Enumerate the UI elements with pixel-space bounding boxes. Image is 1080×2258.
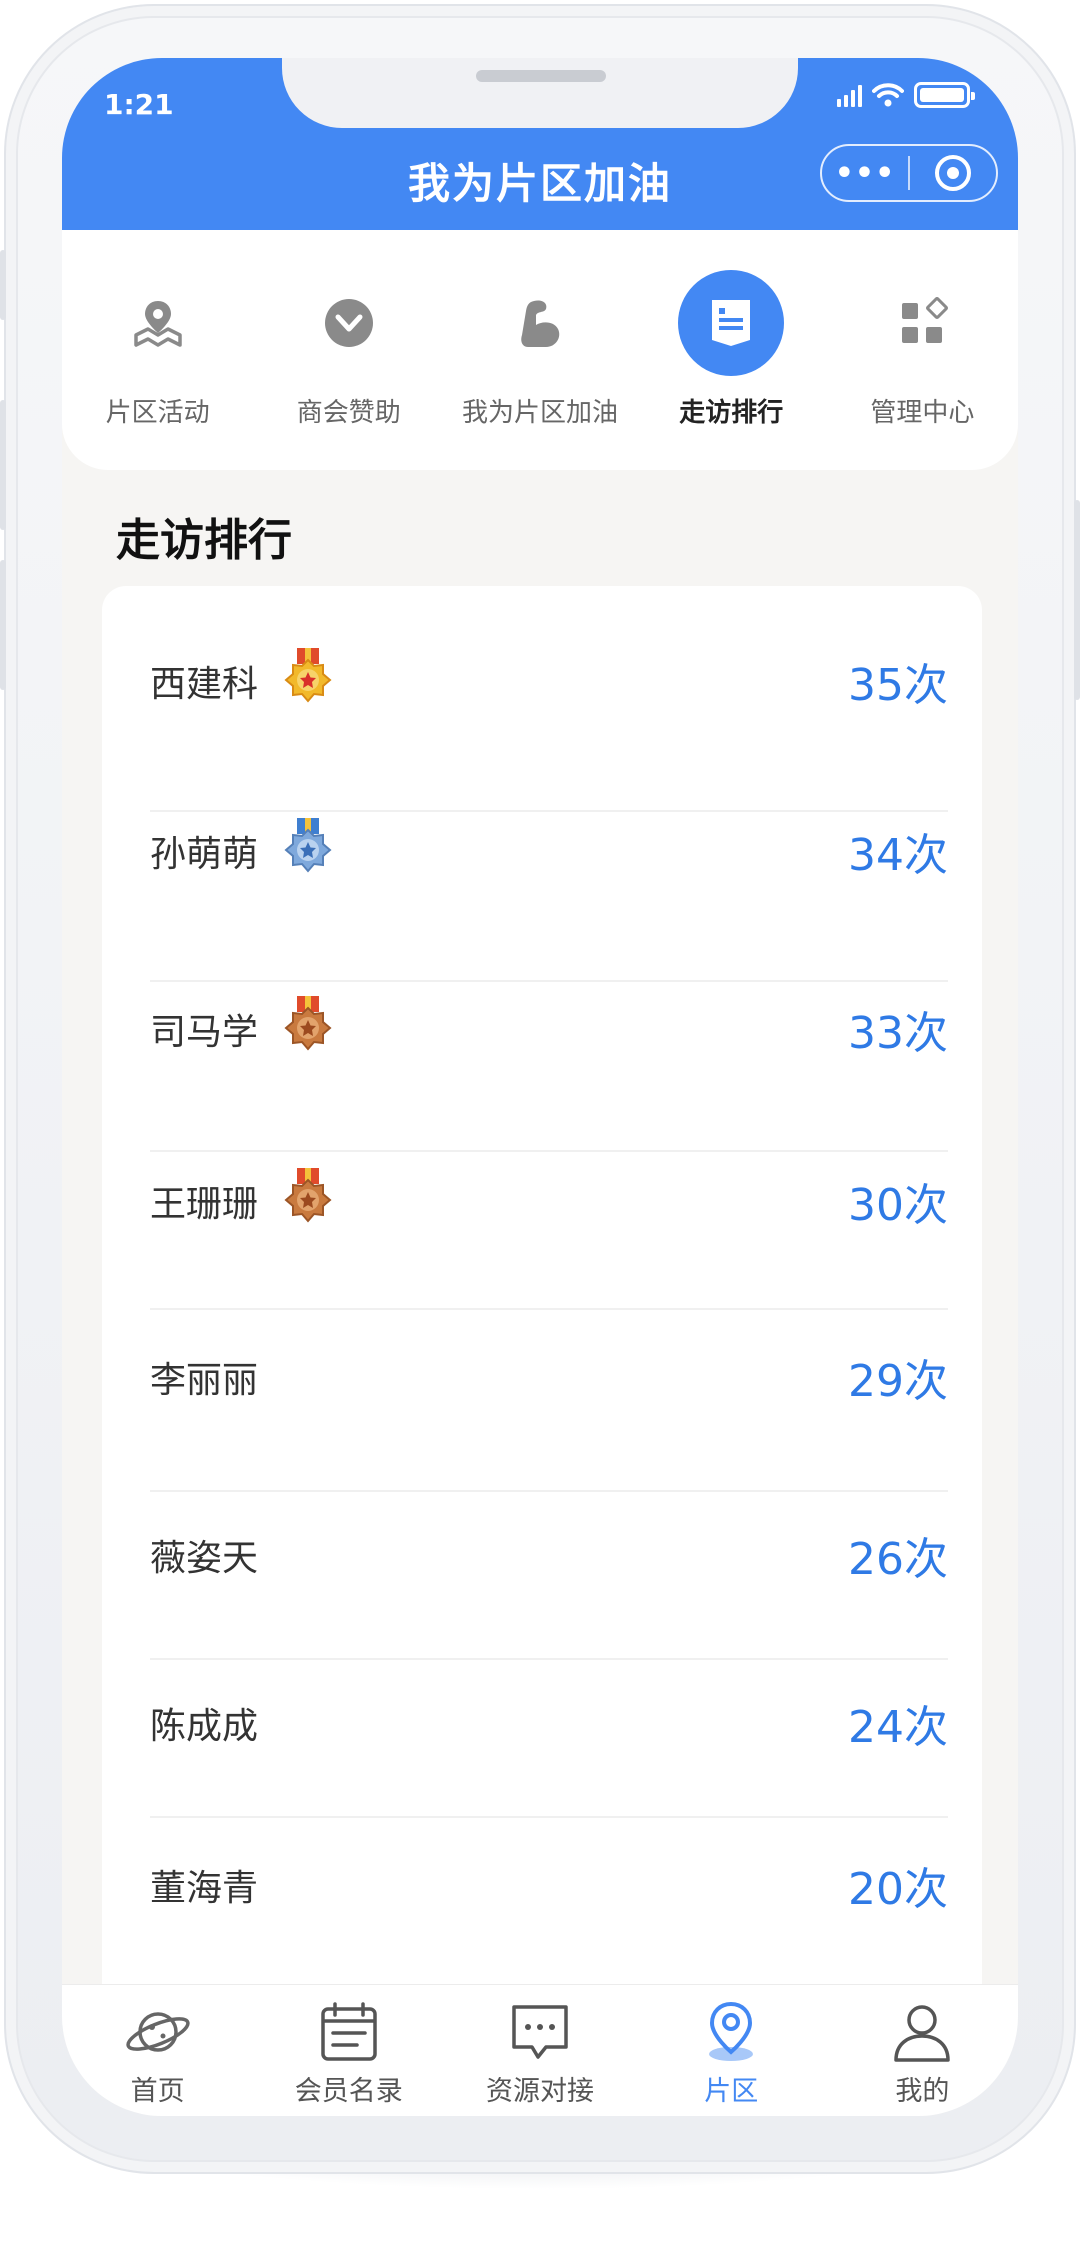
member-name: 董海青 — [150, 1868, 259, 1909]
category-item-visit-ranking[interactable]: 走访排行 — [636, 230, 827, 470]
chat-bubble-icon — [505, 1999, 575, 2065]
section-title: 走访排行 — [116, 515, 292, 566]
muscle-arm-icon — [487, 270, 593, 376]
signal-icon — [837, 83, 862, 107]
calendar-list-icon — [314, 1999, 384, 2065]
grid-apps-icon — [869, 270, 975, 376]
ranking-row[interactable]: 董海青 20次 — [102, 1830, 982, 1940]
tab-profile[interactable]: 我的 — [827, 1985, 1018, 2116]
notch — [282, 58, 798, 128]
ranking-row[interactable]: 孙萌萌 34次 — [102, 796, 982, 906]
visit-count: 29次 — [848, 1356, 948, 1407]
category-label: 商会赞助 — [296, 398, 401, 428]
member-name: 西建科 — [150, 664, 259, 705]
user-icon — [887, 1999, 957, 2065]
category-label: 管理中心 — [870, 398, 975, 428]
member-name: 陈成成 — [150, 1706, 259, 1747]
category-nav: 片区活动 商会赞助 我为片区加油 走访排行 管理中心 — [62, 230, 1018, 470]
ranking-row[interactable]: 王珊珊 30次 — [102, 1146, 982, 1256]
category-item-management[interactable]: 管理中心 — [827, 230, 1018, 470]
visit-count: 34次 — [848, 830, 948, 881]
category-item-cheer[interactable]: 我为片区加油 — [444, 230, 635, 470]
status-icons — [837, 82, 975, 108]
document-list-icon — [678, 270, 785, 376]
row-divider — [150, 1490, 948, 1492]
tab-resource-matching[interactable]: 资源对接 — [444, 1985, 635, 2116]
mini-program-capsule[interactable]: ••• — [820, 144, 998, 202]
member-name: 孙萌萌 — [150, 834, 259, 875]
map-pin-icon — [105, 270, 211, 376]
category-label: 我为片区加油 — [462, 398, 619, 428]
battery-icon — [914, 82, 975, 108]
mute-switch — [0, 250, 6, 320]
app-header: 1:21 我为片区加油 ••• — [62, 58, 1018, 230]
member-name: 李丽丽 — [150, 1360, 259, 1401]
category-item-activities[interactable]: 片区活动 — [62, 230, 253, 470]
screen: 1:21 我为片区加油 ••• 片区活动 商会赞助 我为片区加油 走访排行 管理… — [62, 58, 1018, 2116]
location-pin-icon — [696, 1999, 766, 2065]
category-item-sponsorship[interactable]: 商会赞助 — [253, 230, 444, 470]
tab-label: 资源对接 — [486, 2076, 594, 2107]
bottom-tab-bar: 首页 会员名录 资源对接 片区 我的 — [62, 1984, 1018, 2116]
bronze-medal-icon — [284, 996, 332, 1051]
tab-member-directory[interactable]: 会员名录 — [253, 1985, 444, 2116]
target-icon — [934, 155, 971, 191]
visit-count: 24次 — [848, 1702, 948, 1753]
bronze-medal-icon — [284, 1168, 332, 1223]
visit-count: 33次 — [848, 1008, 948, 1059]
visit-count: 35次 — [848, 660, 948, 711]
chevron-badge-icon — [296, 270, 402, 376]
row-divider — [150, 1816, 948, 1818]
ranking-row[interactable]: 陈成成 24次 — [102, 1668, 982, 1778]
category-label: 走访排行 — [679, 398, 784, 428]
tab-district[interactable]: 片区 — [636, 1985, 827, 2116]
volume-up-button — [0, 400, 6, 530]
tab-home[interactable]: 首页 — [62, 1985, 253, 2116]
planet-icon — [123, 1999, 193, 2065]
visit-count: 30次 — [848, 1180, 948, 1231]
tab-label: 首页 — [130, 2076, 185, 2107]
speaker — [476, 70, 606, 82]
ranking-row[interactable]: 薇姿天 26次 — [102, 1500, 982, 1610]
ranking-row[interactable]: 李丽丽 29次 — [102, 1322, 982, 1432]
volume-down-button — [0, 560, 6, 690]
ranking-list: 西建科 35次 孙萌萌 34次 司马学 33次 王珊珊 30次 李丽丽 29次 … — [102, 586, 982, 2086]
row-divider — [150, 1308, 948, 1310]
power-button — [1074, 500, 1080, 700]
gold-medal-icon — [284, 648, 332, 703]
more-menu-button[interactable]: ••• — [822, 156, 908, 191]
member-name: 司马学 — [150, 1012, 259, 1053]
tab-label: 我的 — [895, 2076, 950, 2107]
member-name: 王珊珊 — [150, 1184, 259, 1225]
status-time: 1:21 — [104, 88, 174, 121]
category-label: 片区活动 — [105, 398, 210, 428]
visit-count: 26次 — [848, 1534, 948, 1585]
wifi-icon — [872, 83, 904, 107]
silver-medal-icon — [284, 818, 332, 873]
ranking-row[interactable]: 司马学 33次 — [102, 974, 982, 1084]
row-divider — [150, 1658, 948, 1660]
ranking-row[interactable]: 西建科 35次 — [102, 626, 982, 736]
member-name: 薇姿天 — [150, 1538, 259, 1579]
close-mini-program-button[interactable] — [910, 155, 996, 191]
visit-count: 20次 — [848, 1864, 948, 1915]
tab-label: 片区 — [704, 2076, 759, 2107]
tab-label: 会员名录 — [294, 2076, 403, 2107]
